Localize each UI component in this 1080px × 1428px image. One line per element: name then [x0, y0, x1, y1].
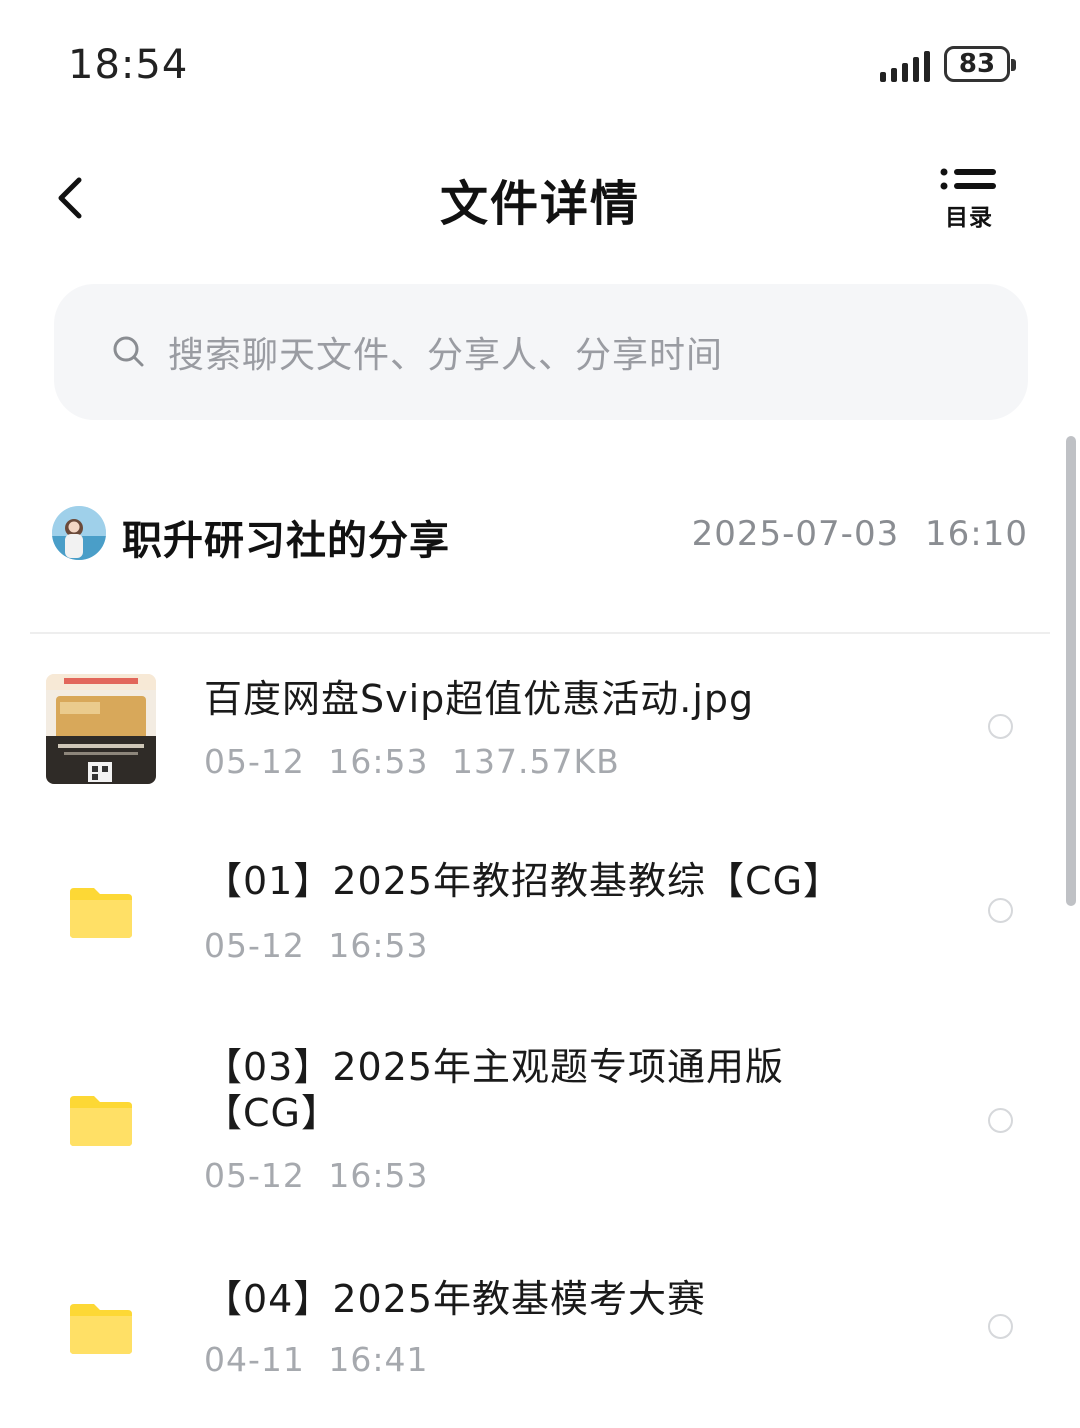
folder-time: 16:53	[328, 1156, 429, 1195]
folder-icon	[70, 1096, 132, 1146]
folder-name: 【01】2025年教招教基教综【CG】	[204, 859, 843, 903]
file-meta: 05-12 16:53 137.57KB	[204, 742, 620, 781]
folder-date: 04-11	[204, 1340, 305, 1379]
page-title: 文件详情	[439, 176, 640, 232]
search-placeholder: 搜索聊天文件、分享人、分享时间	[168, 335, 724, 376]
list-icon	[940, 168, 996, 190]
folder-icon	[70, 888, 132, 938]
divider	[30, 632, 1050, 634]
folder-meta: 05-12 16:53	[204, 926, 429, 965]
folder-date: 05-12	[204, 926, 305, 965]
folder-time: 16:53	[328, 926, 429, 965]
search-input[interactable]: 搜索聊天文件、分享人、分享时间	[54, 284, 1028, 420]
share-header: 职升研习社的分享 2025-07-03 16:10	[52, 504, 1028, 564]
avatar	[52, 506, 106, 560]
toc-label: 目录	[945, 205, 993, 231]
folder-name: 【03】2025年主观题专项通用版【CG】	[204, 1045, 785, 1135]
signal-icon	[880, 46, 930, 82]
file-details-screen: 18:54 83 文件详情 目录 搜索聊天文件、分享人、分享时间 职升研习社的分…	[0, 0, 1080, 1428]
select-radio[interactable]	[988, 898, 1013, 923]
file-name: 百度网盘Svip超值优惠活动.jpg	[204, 677, 755, 721]
folder-date: 05-12	[204, 1156, 305, 1195]
image-thumbnail	[46, 674, 156, 784]
select-radio[interactable]	[988, 1314, 1013, 1339]
folder-meta: 04-11 16:41	[204, 1340, 429, 1379]
select-radio[interactable]	[988, 714, 1013, 739]
file-date: 05-12	[204, 742, 305, 781]
list-item[interactable]: 【04】2025年教基模考大赛 04-11 16:41	[0, 1274, 1080, 1404]
file-time: 16:53	[328, 742, 429, 781]
folder-time: 16:41	[328, 1340, 429, 1379]
file-size: 137.57KB	[452, 742, 620, 781]
select-radio[interactable]	[988, 1108, 1013, 1133]
list-item[interactable]: 【03】2025年主观题专项通用版【CG】 05-12 16:53	[0, 1040, 1080, 1200]
share-name: 职升研习社的分享	[122, 518, 450, 564]
folder-icon	[70, 1304, 132, 1354]
folder-name: 【04】2025年教基模考大赛	[204, 1277, 707, 1321]
list-item[interactable]: 【01】2025年教招教基教综【CG】 05-12 16:53	[0, 850, 1080, 980]
status-time: 18:54	[68, 42, 189, 88]
folder-meta: 05-12 16:53	[204, 1156, 429, 1195]
search-icon	[113, 336, 144, 367]
battery-level: 83	[958, 49, 996, 79]
share-time: 2025-07-03 16:10	[691, 514, 1028, 554]
status-indicators: 83	[880, 46, 1016, 82]
table-of-contents-button[interactable]: 目录	[940, 168, 998, 231]
list-item[interactable]: 百度网盘Svip超值优惠活动.jpg 05-12 16:53 137.57KB	[0, 660, 1080, 800]
battery-icon: 83	[944, 46, 1016, 82]
